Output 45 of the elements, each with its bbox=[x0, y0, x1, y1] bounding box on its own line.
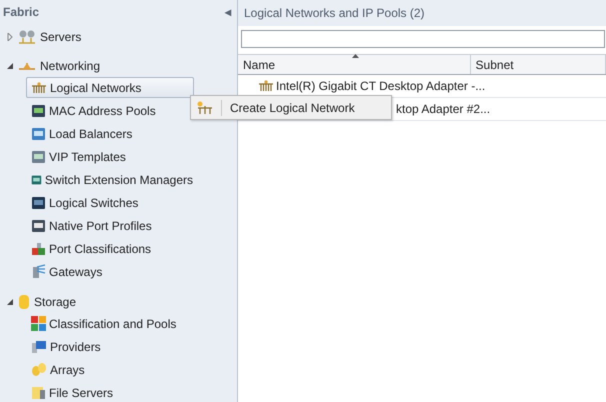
search-field[interactable] bbox=[241, 30, 605, 48]
computer-icon bbox=[31, 340, 47, 354]
sidebar-title: Fabric bbox=[3, 5, 40, 19]
network-icon bbox=[196, 100, 213, 114]
tree-item[interactable]: Gateways bbox=[26, 261, 194, 282]
blocks-icon bbox=[31, 242, 46, 256]
device-icon bbox=[31, 172, 42, 186]
expander-icon[interactable] bbox=[6, 62, 14, 70]
tree-item[interactable]: Providers bbox=[26, 336, 194, 357]
expander-icon[interactable] bbox=[6, 298, 14, 306]
switch-icon bbox=[31, 196, 46, 210]
network-icon bbox=[258, 80, 274, 92]
device-icon bbox=[31, 126, 46, 140]
table-cell: ktop Adapter #2... bbox=[396, 102, 490, 116]
tree-item[interactable]: Classification and Pools bbox=[26, 313, 194, 334]
collapse-button[interactable]: ◂ bbox=[225, 5, 231, 19]
window-icon bbox=[31, 150, 46, 164]
pane-title: Logical Networks and IP Pools (2) bbox=[244, 6, 425, 20]
server-icon bbox=[31, 264, 46, 279]
tree-group[interactable]: Servers bbox=[40, 30, 82, 44]
tree-item[interactable]: Port Classifications bbox=[26, 238, 194, 259]
tree-item[interactable]: VIP Templates bbox=[26, 146, 194, 167]
tree-group[interactable]: Networking bbox=[40, 58, 100, 72]
cylinder-icon bbox=[18, 294, 30, 310]
tree-item[interactable]: File Servers bbox=[26, 382, 194, 402]
tree-item[interactable]: Native Port Profiles bbox=[26, 215, 194, 236]
network-icon bbox=[31, 82, 47, 94]
tree-item[interactable]: Arrays bbox=[26, 359, 194, 380]
window-icon bbox=[31, 218, 46, 232]
tree-item[interactable]: MAC Address Pools bbox=[26, 100, 194, 121]
folder-icon bbox=[31, 385, 46, 400]
table-cell: Intel(R) Gigabit CT Desktop Adapter -... bbox=[276, 79, 486, 93]
column-header[interactable]: Name bbox=[238, 55, 471, 74]
column-header[interactable]: Subnet bbox=[470, 55, 606, 74]
menu-item[interactable]: Create Logical Network bbox=[191, 96, 391, 119]
tiles-icon bbox=[31, 316, 46, 331]
sort-icon bbox=[352, 54, 359, 58]
cylinders-icon bbox=[31, 362, 47, 377]
servers-icon bbox=[18, 30, 36, 44]
tree-item[interactable]: Logical Switches bbox=[26, 192, 194, 213]
tree-item[interactable]: Switch Extension Managers bbox=[26, 169, 194, 190]
tree-item[interactable]: Logical Networks bbox=[26, 77, 194, 98]
tree-group[interactable]: Storage bbox=[34, 294, 76, 308]
tree-item[interactable]: Load Balancers bbox=[26, 123, 194, 144]
device-icon bbox=[31, 104, 46, 118]
